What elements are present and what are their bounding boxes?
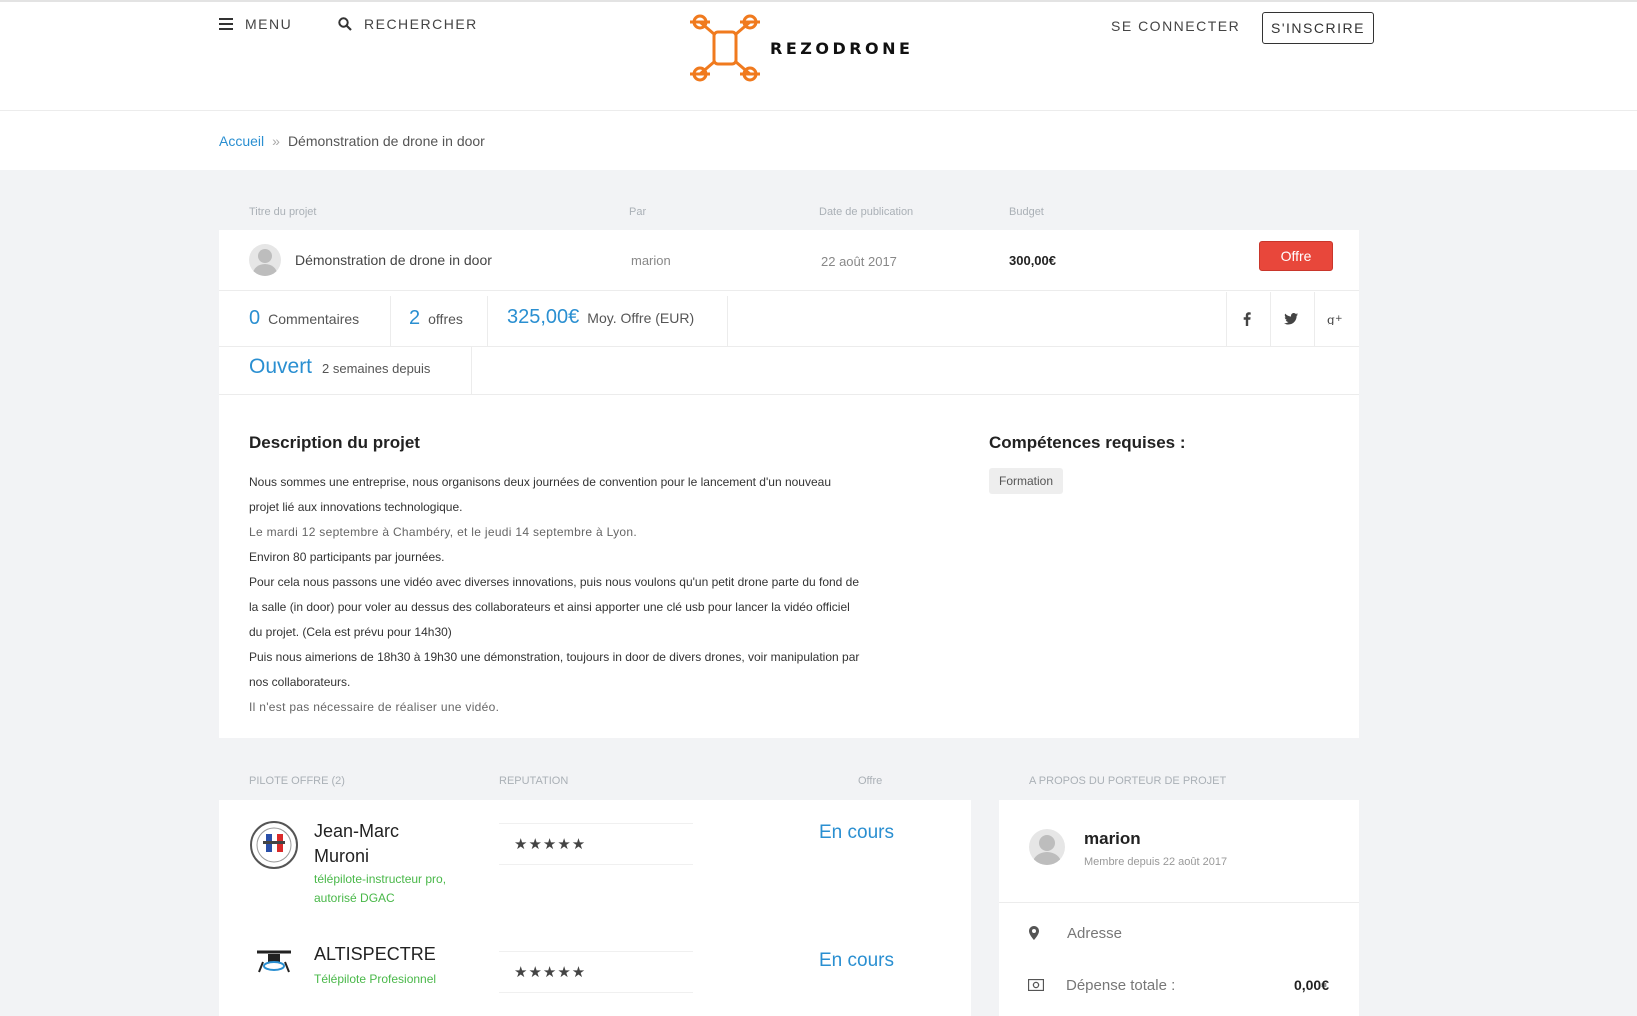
search-icon	[338, 17, 352, 31]
dgac-badge-icon	[250, 821, 298, 869]
search-label: RECHERCHER	[364, 16, 478, 32]
project-author[interactable]: marion	[631, 253, 671, 268]
column-header-about: A PROPOS DU PORTEUR DE PROJET	[1029, 775, 1227, 787]
description-line: nos collaborateurs.	[249, 675, 351, 689]
breadcrumb: Accueil » Démonstration de drone in door	[0, 111, 1637, 170]
description-line: du projet. (Cela est prévu pour 14h30)	[249, 625, 452, 639]
reputation-stars: ★★★★★	[499, 951, 693, 993]
description-line: Pour cela nous passons une vidéo avec di…	[249, 575, 860, 589]
comments-stat: 0 Commentaires	[249, 307, 359, 330]
menu-button[interactable]: MENU	[219, 16, 292, 32]
pilot-name[interactable]: Jean-Marc Muroni	[314, 819, 399, 869]
column-header-offer: Offre	[858, 775, 883, 787]
drone-company-logo-icon	[257, 950, 291, 973]
status-since: 2 semaines depuis	[322, 361, 431, 376]
column-header-date: Date de publication	[819, 206, 914, 218]
facebook-icon	[1243, 312, 1251, 326]
svg-text:+: +	[1335, 314, 1343, 324]
description-line: Il n'est pas nécessaire de réaliser une …	[249, 700, 500, 714]
site-logo[interactable]: REZODRONE	[688, 12, 913, 84]
project-budget: 300,00€	[1009, 253, 1056, 268]
owner-address-label: Adresse	[1067, 924, 1123, 942]
project-description: Nous sommes une entreprise, nous organis…	[249, 470, 939, 720]
owner-avatar	[249, 244, 281, 276]
twitter-share-button[interactable]	[1269, 301, 1313, 337]
divider	[727, 296, 728, 346]
offer-status: En cours	[819, 822, 894, 843]
description-line: Nous sommes une entreprise, nous organis…	[249, 475, 831, 489]
site-header: MENU RECHERCHER REZODRONE SE CONNECTER S…	[0, 0, 1637, 111]
reputation-stars: ★★★★★	[499, 823, 693, 865]
owner-name[interactable]: marion	[1084, 829, 1141, 849]
pilot-title: Télépilote Profesionnel	[314, 972, 437, 986]
twitter-icon	[1284, 313, 1298, 325]
owner-spent-label: Dépense totale :	[1066, 976, 1176, 994]
owner-spent-row: Dépense totale : 0,00€	[999, 970, 1359, 1000]
divider	[999, 902, 1359, 903]
column-header-budget: Budget	[1009, 206, 1044, 218]
money-icon	[1028, 979, 1044, 991]
description-line: la salle (in door) pour voler au dessus …	[249, 600, 850, 614]
breadcrumb-home-link[interactable]: Accueil	[219, 133, 264, 149]
column-header-pilot: PILOTE OFFRE (2)	[249, 775, 345, 787]
description-title: Description du projet	[249, 433, 420, 452]
breadcrumb-separator: »	[272, 132, 280, 149]
description-line: Environ 80 participants par journées.	[249, 550, 445, 564]
divider	[219, 394, 1359, 395]
description-line: Le mardi 12 septembre à Chambéry, et le …	[249, 525, 638, 539]
breadcrumb-current: Démonstration de drone in door	[287, 132, 485, 149]
offers-stat: 2 offres	[409, 307, 463, 330]
owner-member-since: Membre depuis 22 août 2017	[1084, 856, 1228, 868]
skill-tag[interactable]: Formation	[989, 468, 1064, 494]
project-owner-card: marion Membre depuis 22 août 2017 Adress…	[999, 800, 1359, 1016]
description-line: projet lié aux innovations technologique…	[249, 500, 463, 514]
owner-spent-value: 0,00€	[1293, 977, 1329, 993]
column-header-by: Par	[629, 206, 647, 218]
offer-status: En cours	[819, 950, 894, 971]
skills-title: Compétences requises :	[989, 433, 1186, 452]
svg-text:g: g	[1327, 313, 1335, 325]
average-offer-value: 325,00€	[507, 306, 580, 328]
divider	[219, 290, 1359, 291]
offer-button[interactable]: Offre	[1259, 241, 1333, 271]
comments-count: 0	[249, 307, 261, 329]
divider	[219, 346, 1359, 347]
comments-label: Commentaires	[268, 311, 360, 327]
login-link[interactable]: SE CONNECTER	[1111, 18, 1240, 34]
signup-button[interactable]: S'INSCRIRE	[1262, 12, 1374, 44]
column-header-reputation: REPUTATION	[499, 775, 569, 787]
pilot-name[interactable]: ALTISPECTRE	[314, 942, 436, 967]
project-title[interactable]: Démonstration de drone in door	[295, 252, 492, 268]
project-date: 22 août 2017	[821, 254, 897, 269]
pilot-title: télépilote-instructeur pro, autorisé DGA…	[314, 872, 447, 905]
hamburger-icon	[219, 18, 233, 30]
column-header-title: Titre du projet	[249, 206, 317, 218]
google-plus-icon: g +	[1327, 313, 1343, 325]
project-status: Ouvert 2 semaines depuis	[249, 355, 430, 379]
divider	[390, 296, 391, 346]
logo-text: REZODRONE	[770, 38, 914, 58]
owner-address-row: Adresse	[999, 918, 1359, 948]
drone-logo-icon	[690, 14, 760, 82]
average-offer-label: Moy. Offre (EUR)	[587, 310, 695, 326]
offers-label: offres	[428, 311, 463, 327]
pilots-list: Jean-Marc Muroni télépilote-instructeur …	[219, 800, 971, 1016]
offers-count: 2	[409, 307, 421, 329]
google-plus-share-button[interactable]: g +	[1313, 301, 1357, 337]
divider	[487, 296, 488, 346]
divider	[471, 346, 472, 394]
menu-label: MENU	[245, 16, 293, 32]
status-value: Ouvert	[249, 355, 313, 378]
pilot-avatar[interactable]	[249, 948, 299, 983]
pilot-avatar[interactable]	[249, 820, 299, 875]
facebook-share-button[interactable]	[1225, 301, 1269, 337]
description-line: Puis nous aimerions de 18h30 à 19h30 une…	[249, 650, 860, 664]
map-marker-icon	[1029, 926, 1039, 940]
search-button[interactable]: RECHERCHER	[338, 16, 478, 32]
owner-avatar[interactable]	[1029, 829, 1065, 865]
average-offer-stat: 325,00€ Moy. Offre (EUR)	[507, 306, 694, 329]
